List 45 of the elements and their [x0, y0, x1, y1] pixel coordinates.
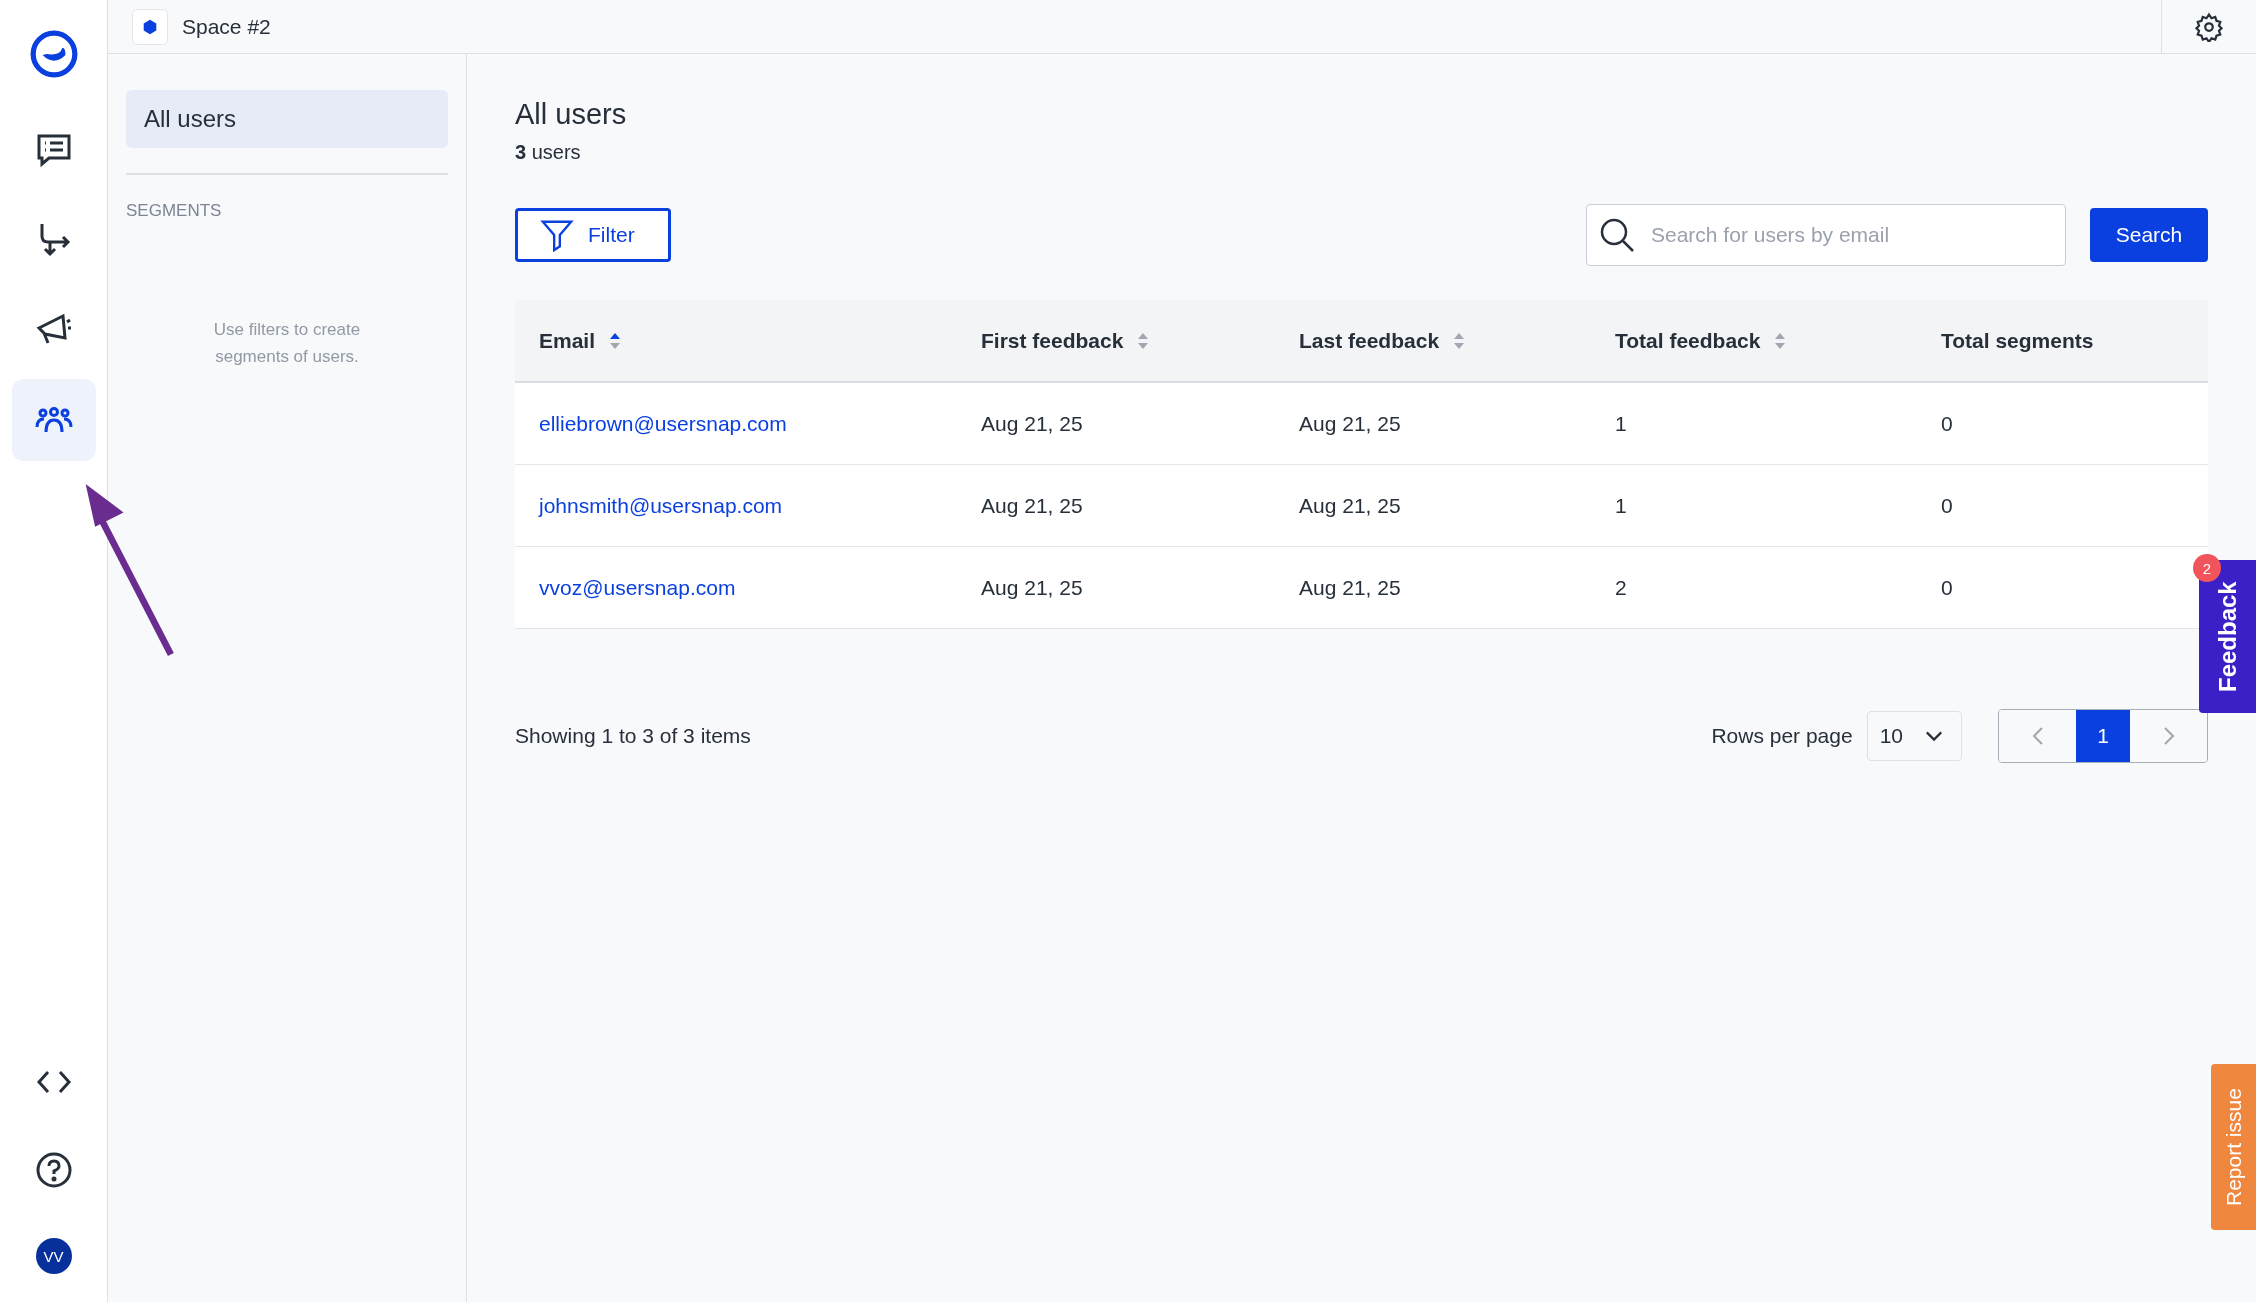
page-button[interactable]: 1 — [2076, 710, 2130, 762]
column-header[interactable]: First feedback — [981, 328, 1124, 353]
sidebar-item[interactable]: All users — [126, 90, 448, 148]
column-header[interactable]: Email — [539, 328, 596, 353]
logo-icon[interactable] — [28, 29, 79, 79]
column-header[interactable]: Last feedback — [1299, 328, 1440, 353]
user-count: 3 users — [515, 141, 582, 164]
filter-button[interactable]: Filter — [515, 208, 671, 262]
table-cell: Aug 21, 25 — [981, 575, 1083, 600]
table-cell: 0 — [1941, 575, 1953, 600]
search-icon — [1599, 217, 1635, 253]
table-cell: 0 — [1941, 493, 1953, 518]
section-heading: SEGMENTS — [126, 201, 223, 221]
nav-item[interactable] — [11, 379, 96, 461]
chevron-right-icon — [2162, 726, 2175, 746]
space-badge[interactable] — [132, 8, 168, 45]
space-name[interactable]: Space #2 — [182, 14, 271, 39]
funnel-icon — [540, 218, 574, 252]
settings-icon[interactable] — [2194, 11, 2224, 42]
table-cell: Aug 21, 25 — [981, 411, 1083, 436]
table-cell: Aug 21, 25 — [1299, 575, 1401, 600]
table-cell: 1 — [1615, 493, 1627, 518]
table-cell: Aug 21, 25 — [981, 493, 1083, 518]
email-link[interactable]: elliebrown@usersnap.com — [539, 411, 787, 436]
column-header[interactable]: Total feedback — [1615, 328, 1761, 353]
chevron-down-icon — [1925, 730, 1943, 742]
table-cell: 2 — [1615, 575, 1627, 600]
user-avatar[interactable]: VV — [35, 1238, 72, 1274]
empty-hint: Use filters to create segments of users. — [212, 319, 362, 368]
email-link[interactable]: johnsmith@usersnap.com — [539, 493, 783, 518]
search-button[interactable]: Search — [2090, 208, 2208, 262]
cube-icon — [141, 17, 159, 36]
search-input[interactable]: Search for users by email — [1651, 207, 2065, 263]
table-cell: Aug 21, 25 — [1299, 493, 1401, 518]
table-cell: 1 — [1615, 411, 1627, 436]
email-link[interactable]: vvoz@usersnap.com — [539, 575, 736, 600]
items-summary: Showing 1 to 3 of 3 items — [515, 724, 751, 748]
page-title: All users — [515, 98, 628, 131]
rows-per-page-label: Rows per page — [1711, 724, 1853, 748]
column-header: Total segments — [1941, 328, 2094, 353]
rows-per-page-select[interactable]: 10 — [1866, 711, 1962, 761]
table-cell: Aug 21, 25 — [1299, 411, 1401, 436]
search-field[interactable]: Search for users by email — [1586, 204, 2066, 266]
table-cell: 0 — [1941, 411, 1953, 436]
chevron-left-icon — [2031, 726, 2044, 746]
